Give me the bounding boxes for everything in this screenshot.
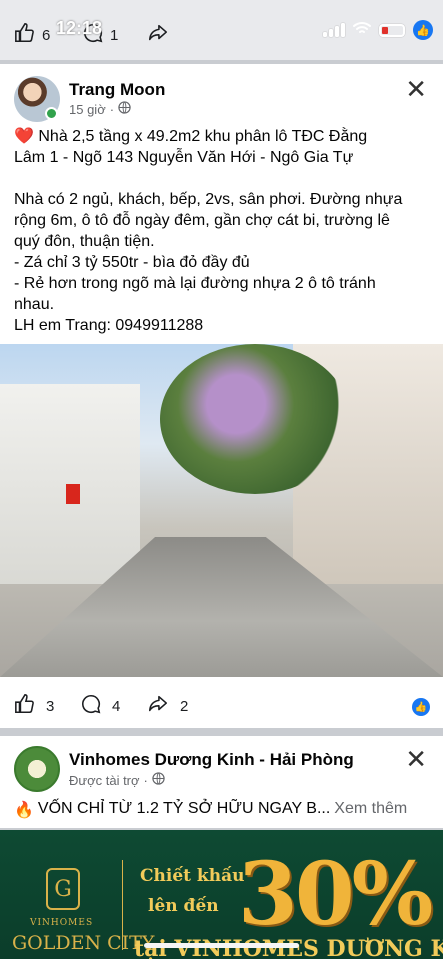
status-icons: 👍 (323, 20, 433, 40)
avatar[interactable] (14, 746, 60, 792)
golden-city-logo-icon: G (46, 868, 80, 910)
post-line: ❤️ Nhà 2,5 tầng x 49.2m2 khu phân lô TĐC… (14, 128, 368, 145)
post-line: nhau. (14, 296, 55, 313)
post-line: Lâm 1 - Ngõ 143 Nguyễn Văn Hới - Ngô Gia… (14, 149, 354, 166)
top-comment-count: 1 (110, 26, 119, 44)
ad-meta: Được tài trợ · (69, 772, 165, 788)
banner-line1: Chiết khấu (140, 866, 245, 886)
post-body: ❤️ Nhà 2,5 tầng x 49.2m2 khu phân lô TĐC… (14, 126, 432, 336)
post-line: Nhà có 2 ngủ, khách, bếp, 2vs, sân phơi.… (14, 191, 403, 208)
like-reaction-icon: 👍 (413, 20, 433, 40)
like-button[interactable]: 3 (14, 693, 54, 719)
banner-percent: 30% (238, 844, 433, 945)
post-line: - Zá chỉ 3 tỷ 550tr - bìa đỏ đầy đủ (14, 254, 250, 271)
photo-flag (66, 484, 80, 504)
wifi-icon (353, 21, 371, 40)
like-reaction-icon: 👍 (412, 698, 430, 716)
thumbs-up-icon (14, 22, 36, 48)
post-line: rộng 6m, ô tô đỗ ngày đêm, gần chợ cát b… (14, 212, 390, 229)
like-count: 3 (46, 697, 55, 715)
status-time: 12:18 (56, 18, 103, 38)
top-share-button[interactable] (146, 22, 170, 48)
share-icon (146, 22, 170, 48)
comment-count: 4 (112, 697, 121, 715)
banner-divider (122, 860, 123, 950)
top-reaction-bar: 6 1 12:18 👍 (0, 0, 443, 60)
comment-button[interactable]: 4 (80, 693, 120, 719)
post-line: - Rẻ hơn trong ngõ mà lại đường nhựa 2 ô… (14, 275, 376, 292)
signal-icon (323, 23, 345, 37)
comment-icon (80, 693, 102, 719)
top-like-button[interactable]: 6 (14, 22, 50, 48)
ad-banner[interactable]: G VINHOMES GOLDEN CITY Chiết khấu lên đế… (0, 830, 443, 959)
share-count: 2 (180, 697, 189, 715)
dot-separator: · (143, 772, 148, 788)
post-time[interactable]: 15 giờ (69, 102, 106, 117)
post-meta: 15 giờ · (69, 101, 131, 117)
online-indicator (45, 107, 58, 120)
post-line (14, 168, 432, 189)
fire-icon: 🔥 (14, 802, 34, 819)
top-like-count: 6 (42, 26, 51, 44)
ad-text-row: 🔥 VỐN CHỈ TỪ 1.2 TỶ SỞ HỮU NGAY B... Xem… (14, 800, 407, 820)
post-card: Trang Moon 15 giờ · ✕ ❤️ Nhà 2,5 tầng x … (0, 64, 443, 728)
banner-line2: lên đến (148, 896, 219, 916)
globe-icon (118, 101, 131, 117)
home-indicator[interactable] (144, 943, 299, 948)
banner-brand-small: VINHOMES (30, 918, 94, 928)
dot-separator: · (109, 101, 115, 117)
ad-page-name[interactable]: Vinhomes Dương Kinh - Hải Phòng (69, 750, 354, 770)
post-line: quý đôn, thuận tiện. (14, 233, 155, 250)
share-icon (146, 693, 170, 719)
close-icon[interactable]: ✕ (405, 76, 427, 102)
post-author[interactable]: Trang Moon (69, 80, 165, 100)
close-icon[interactable]: ✕ (405, 746, 427, 772)
ad-text: VỐN CHỈ TỪ 1.2 TỶ SỞ HỮU NGAY B... (37, 800, 331, 817)
photo-tree (160, 344, 350, 494)
globe-icon (152, 772, 165, 788)
post-photo[interactable] (0, 344, 443, 677)
post-actions: 3 4 2 👍 (0, 687, 443, 723)
sponsored-card: Vinhomes Dương Kinh - Hải Phòng Được tài… (0, 736, 443, 828)
share-button[interactable]: 2 (146, 693, 188, 719)
battery-icon (379, 23, 405, 37)
see-more-link[interactable]: Xem thêm (334, 800, 407, 820)
post-line: LH em Trang: 0949911288 (14, 317, 204, 334)
thumbs-up-icon (14, 693, 36, 719)
sponsored-label[interactable]: Được tài trợ (69, 773, 140, 788)
